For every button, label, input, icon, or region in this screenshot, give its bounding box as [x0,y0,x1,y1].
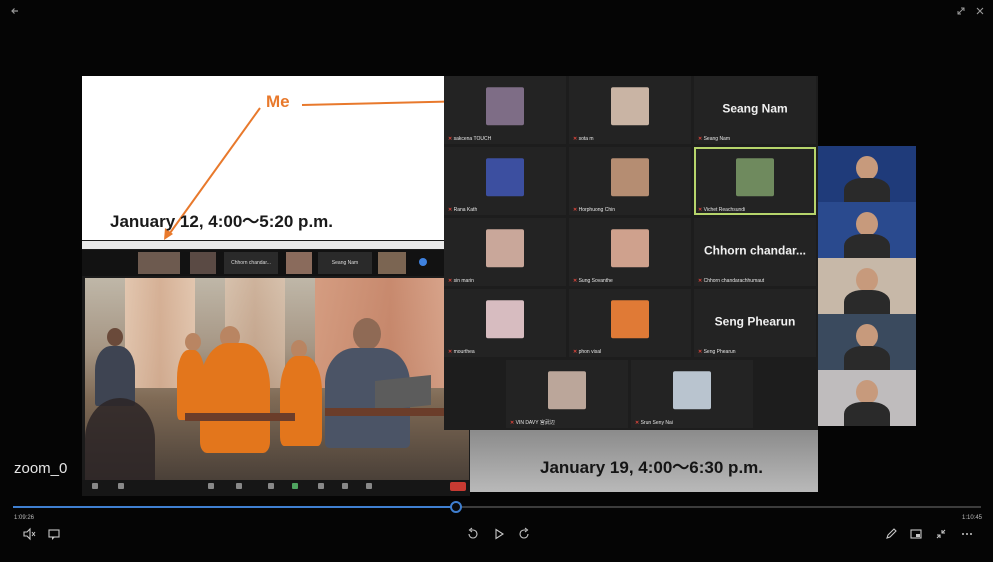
inner-window-titlebar [82,241,470,249]
inner-chat-icon [268,483,274,489]
participant-tile: Horphuong Chin [569,147,691,215]
participant-name: Srun Seny Nai [635,420,673,426]
strip-tile-name: Chhorn chandar... [224,252,278,274]
play-icon[interactable] [492,527,506,541]
participant-tile: Seang Nam Seang Nam [694,76,816,144]
inner-participants-icon [236,483,242,489]
participant-name: Rana Kath [448,207,478,213]
seek-bar-progress [13,506,456,508]
seek-handle[interactable] [450,501,462,513]
participant-name: Sung Sovanthe [573,278,613,284]
classroom-video [85,278,469,480]
participant-video [548,371,586,410]
participant-video [611,158,649,197]
participant-tile: phon visal [569,289,691,357]
inner-meeting-toolbar [82,480,470,496]
strip-tile-video [378,252,406,274]
participant-name: Seng Phearun [698,349,736,355]
participant-tile: Srun Seny Nai [631,360,753,428]
participant-tile: Chhorn chandar... Chhorn chandarachhumaut [694,218,816,286]
participant-display-name: Seang Nam [722,101,788,116]
participant-video [611,87,649,126]
volume-icon[interactable] [22,527,36,541]
participant-display-name: Seng Phearun [714,314,796,329]
more-icon[interactable] [960,527,974,541]
video-title-overlay: zoom_0 [14,460,68,477]
strip-tile-video [138,252,180,274]
participant-video [611,300,649,339]
slide-date-jan19: January 19, 4:00～6:30 p.m. [540,458,764,477]
participant-tile: Rana Kath [444,147,566,215]
participant-video [818,146,916,202]
participant-video [818,314,916,370]
inner-mute-icon [92,483,98,489]
participant-video [486,158,524,197]
participant-tile: sakcena TOUCH [444,76,566,144]
participant-name: Horphuong Chin [573,207,615,213]
participant-name: Seang Nam [698,136,730,142]
inner-more-icon [366,483,372,489]
strip-tile-video [190,252,216,274]
participant-video [611,229,649,268]
inner-reactions-icon [342,483,348,489]
participant-name: Vichet Reachsundi [698,207,746,213]
strip-tile-video [286,252,312,274]
participant-tile: sota m [569,76,691,144]
participant-name: mourthea [448,349,475,355]
participant-video [736,158,774,197]
participant-name: sakcena TOUCH [448,136,492,142]
video-frame[interactable]: Me January 12, 4:00～5:20 p.m. Chhorn cha… [0,0,993,510]
participant-video [818,370,916,426]
captions-icon[interactable] [47,527,61,541]
pen-icon[interactable] [884,527,898,541]
time-current: 1:09:26 [14,515,35,521]
inner-video-icon [118,483,124,489]
inner-security-icon [208,483,214,489]
participant-tile: sin marin [444,218,566,286]
participant-tile: Sung Sovanthe [569,218,691,286]
participant-name: Chhorn chandarachhumaut [698,278,765,284]
participant-video [486,229,524,268]
participant-video [486,300,524,339]
rewind-10-icon[interactable] [466,527,480,541]
slide-date-jan12: January 12, 4:00～5:20 p.m. [110,212,334,231]
participant-display-name: Chhorn chandar... [703,243,806,258]
forward-30-icon[interactable] [517,527,531,541]
participant-tile: Vichet Reachsundi [694,147,816,215]
time-total: 1:10:45 [962,515,983,521]
participant-tile: VIN DAVY 宮武辺 [506,360,628,428]
participant-video [818,258,916,314]
participant-tile: mourthea [444,289,566,357]
participant-video [673,371,711,410]
strip-tile-name: Seang Nam [318,252,372,274]
participant-name: VIN DAVY 宮武辺 [510,419,555,426]
fullscreen-exit-icon[interactable] [934,527,948,541]
participant-video [818,202,916,258]
participant-name: sota m [573,136,594,142]
inner-leave-button [450,482,466,491]
inner-record-icon [318,483,324,489]
participant-video [486,87,524,126]
miniplayer-icon[interactable] [909,527,923,541]
participant-name: phon visal [573,349,602,355]
participant-tile: Seng Phearun Seng Phearun [694,289,816,357]
inner-share-icon [292,483,298,489]
strip-next-icon[interactable] [419,258,427,266]
participant-name: sin marin [448,278,474,284]
